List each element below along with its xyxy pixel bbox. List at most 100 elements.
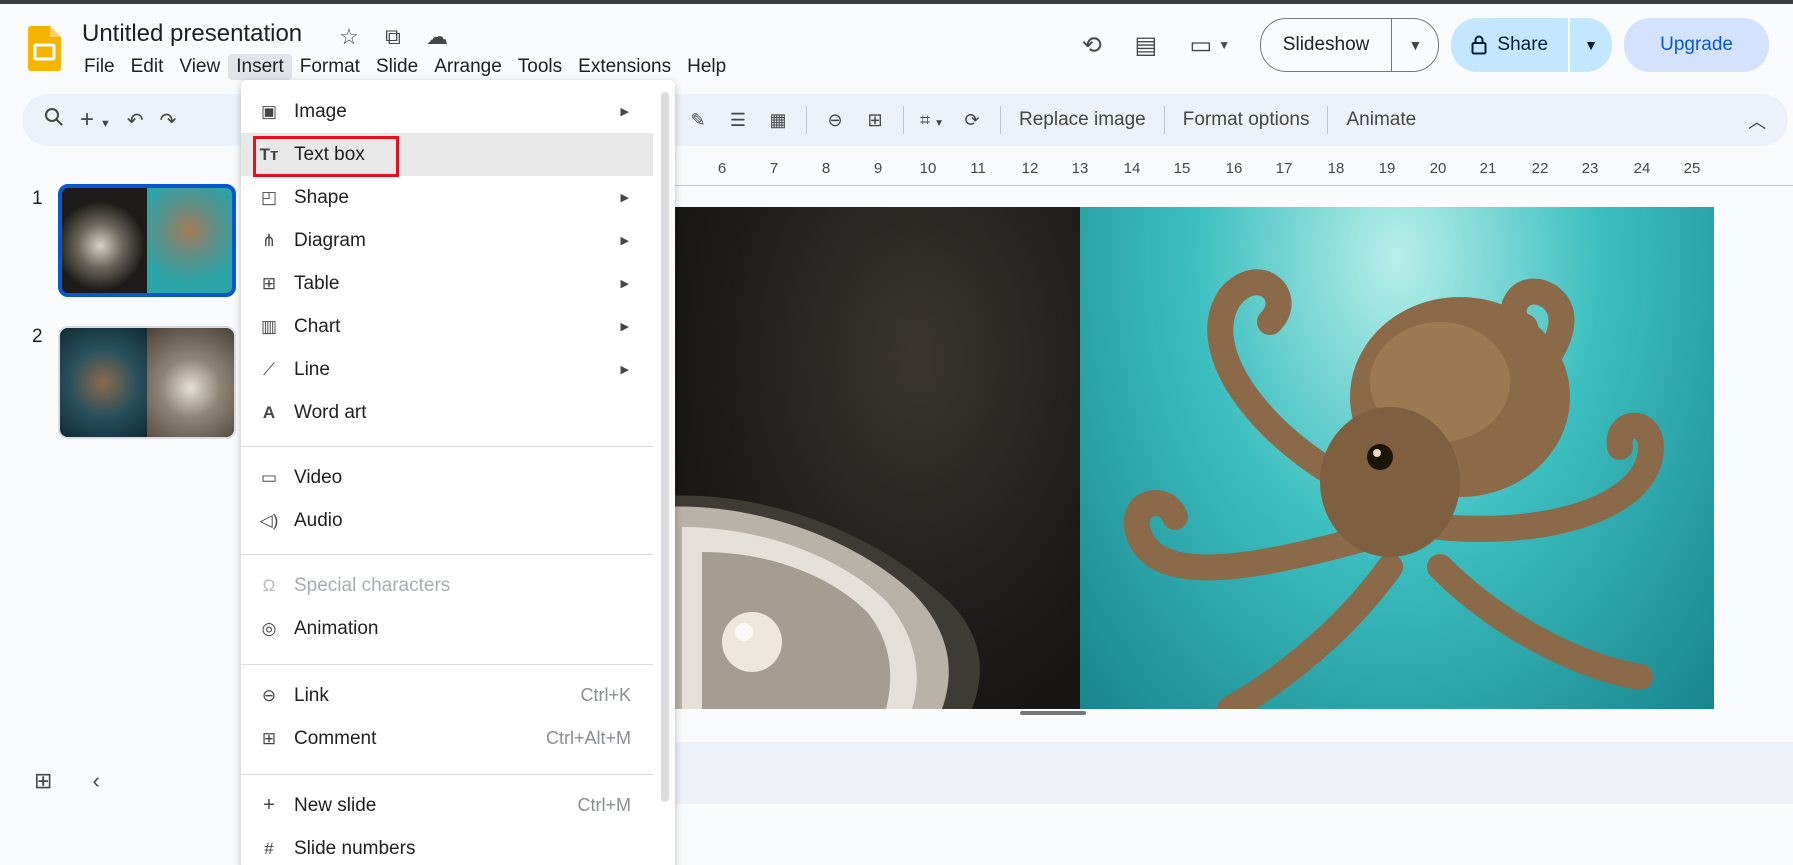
- menu-item-label: Line: [294, 358, 330, 380]
- menu-item-image[interactable]: ▣ Image ▶: [241, 90, 653, 133]
- search-icon[interactable]: [44, 107, 64, 133]
- undo-icon[interactable]: ↶: [127, 108, 144, 133]
- grid-view-icon[interactable]: ⊞: [34, 768, 52, 794]
- slide-thumbnail-1[interactable]: [58, 184, 236, 297]
- menu-item-chart[interactable]: ▥ Chart ▶: [241, 305, 653, 348]
- share-button[interactable]: Share: [1451, 18, 1571, 72]
- share-dropdown-icon[interactable]: ▼: [1570, 37, 1612, 53]
- hash-icon: #: [264, 838, 274, 858]
- comment-add-icon: ⊞: [261, 728, 277, 748]
- ruler-tick: 9: [873, 160, 883, 177]
- reset-image-icon[interactable]: ⟳: [952, 110, 992, 131]
- menu-edit[interactable]: Edit: [123, 54, 172, 80]
- chart-icon: ▥: [260, 316, 278, 336]
- canvas-resize-handle[interactable]: [1020, 711, 1086, 715]
- oyster-pearl-image[interactable]: [672, 207, 1080, 709]
- menu-item-label: Chart: [294, 315, 341, 337]
- menu-divider: [241, 664, 653, 665]
- replace-image-button[interactable]: Replace image: [1009, 109, 1156, 131]
- menu-item-slide-numbers[interactable]: # Slide numbers: [241, 827, 653, 865]
- horizontal-ruler: 6 7 8 9 10 11 12 13 14 15 16 17 18 19 20…: [672, 160, 1793, 186]
- menu-tools[interactable]: Tools: [510, 54, 570, 80]
- slideshow-button[interactable]: Slideshow: [1261, 19, 1393, 71]
- menu-item-new-slide[interactable]: + New slide Ctrl+M: [241, 784, 653, 827]
- move-to-folder-icon[interactable]: ⧉: [380, 24, 406, 50]
- thumbnail-octopus-image: [60, 328, 147, 437]
- menu-item-video[interactable]: ▭ Video: [241, 456, 653, 499]
- link-icon: ⊖: [261, 685, 277, 705]
- add-icon[interactable]: + ▼: [80, 106, 111, 134]
- ruler-tick: 25: [1683, 160, 1701, 177]
- ruler-tick: 11: [970, 160, 986, 177]
- format-options-button[interactable]: Format options: [1173, 109, 1320, 131]
- upgrade-button[interactable]: Upgrade: [1624, 18, 1769, 72]
- text-box-highlight-annotation: [253, 136, 399, 177]
- menu-item-shape[interactable]: ◰ Shape ▶: [241, 176, 653, 219]
- menu-item-label: Special characters: [294, 574, 451, 596]
- slide-thumbnail-2[interactable]: [58, 326, 236, 439]
- collapse-panel-icon[interactable]: ‹: [92, 768, 99, 794]
- octopus-image[interactable]: [1080, 207, 1714, 709]
- menu-format[interactable]: Format: [292, 54, 368, 80]
- comment-icon[interactable]: ▤: [1126, 25, 1166, 65]
- redo-icon[interactable]: ↷: [160, 108, 177, 133]
- menu-arrange[interactable]: Arrange: [426, 54, 510, 80]
- ruler-tick: 18: [1327, 160, 1345, 177]
- border-weight-icon[interactable]: ☰: [718, 110, 758, 131]
- table-icon: ⊞: [261, 273, 277, 293]
- menu-item-link[interactable]: ⊖ Link Ctrl+K: [241, 674, 653, 717]
- menu-view[interactable]: View: [171, 54, 228, 80]
- oyster-illustration: [672, 495, 980, 709]
- animate-button[interactable]: Animate: [1336, 109, 1426, 131]
- ruler-tick: 20: [1429, 160, 1447, 177]
- title-icons: ☆ ⧉ ☁: [336, 24, 450, 50]
- menu-item-comment[interactable]: ⊞ Comment Ctrl+Alt+M: [241, 717, 653, 760]
- cloud-status-icon[interactable]: ☁: [424, 24, 450, 50]
- menu-item-label: Image: [294, 100, 347, 122]
- header-actions: ⟲ ▤ ▭ ▼ Slideshow ▼ Share ▼ Upgrade: [1058, 18, 1769, 72]
- pen-icon[interactable]: ✎: [678, 110, 718, 131]
- menu-scrollbar[interactable]: [661, 92, 669, 802]
- menu-item-line[interactable]: ⟋ Line ▶: [241, 348, 653, 391]
- ruler-tick: 21: [1479, 160, 1497, 177]
- menu-extensions[interactable]: Extensions: [570, 54, 679, 80]
- menu-insert[interactable]: Insert: [228, 54, 292, 80]
- shortcut-label: Ctrl+Alt+M: [545, 728, 631, 748]
- menu-file[interactable]: File: [76, 54, 123, 80]
- thumbnail-oyster-image: [147, 328, 234, 437]
- menu-slide[interactable]: Slide: [368, 54, 426, 80]
- video-call-icon[interactable]: ▭ ▼: [1180, 25, 1240, 65]
- menu-item-diagram[interactable]: ⋔ Diagram ▶: [241, 219, 653, 262]
- link-icon[interactable]: ⊖: [815, 110, 855, 131]
- menu-help[interactable]: Help: [679, 54, 734, 80]
- menu-item-label: Animation: [294, 617, 379, 639]
- ruler-tick: 8: [821, 160, 831, 177]
- menu-item-label: Video: [294, 466, 343, 488]
- slides-logo-icon[interactable]: [28, 26, 61, 71]
- slideshow-dropdown-icon[interactable]: ▼: [1392, 37, 1438, 53]
- ruler-tick: 22: [1531, 160, 1549, 177]
- ruler-tick: 13: [1071, 160, 1089, 177]
- crop-icon[interactable]: ⌗ ▼: [912, 110, 952, 131]
- history-icon[interactable]: ⟲: [1072, 25, 1112, 65]
- menu-item-audio[interactable]: ◁) Audio: [241, 499, 653, 542]
- document-title[interactable]: Untitled presentation: [82, 20, 302, 48]
- speaker-notes-area[interactable]: [660, 742, 1793, 804]
- menu-item-label: Link: [294, 684, 329, 706]
- toolbar-divider: [903, 106, 904, 134]
- star-icon[interactable]: ☆: [336, 24, 362, 50]
- slide-canvas[interactable]: [672, 207, 1714, 709]
- border-dash-icon[interactable]: ▦: [758, 110, 798, 131]
- add-comment-icon[interactable]: ⊞: [855, 110, 895, 131]
- menu-item-label: New slide: [294, 794, 377, 816]
- plus-icon: +: [263, 794, 275, 816]
- submenu-arrow-icon: ▶: [620, 106, 629, 118]
- menu-item-animation[interactable]: ◎ Animation: [241, 607, 653, 650]
- collapse-toolbar-icon[interactable]: ︿: [1748, 108, 1766, 134]
- menu-item-word-art[interactable]: A Word art: [241, 391, 653, 434]
- menu-item-label: Table: [294, 272, 340, 294]
- slideshow-button-group: Slideshow ▼: [1259, 18, 1440, 72]
- window-top-border: [0, 0, 1793, 4]
- menu-item-table[interactable]: ⊞ Table ▶: [241, 262, 653, 305]
- ruler-tick: 15: [1173, 160, 1191, 177]
